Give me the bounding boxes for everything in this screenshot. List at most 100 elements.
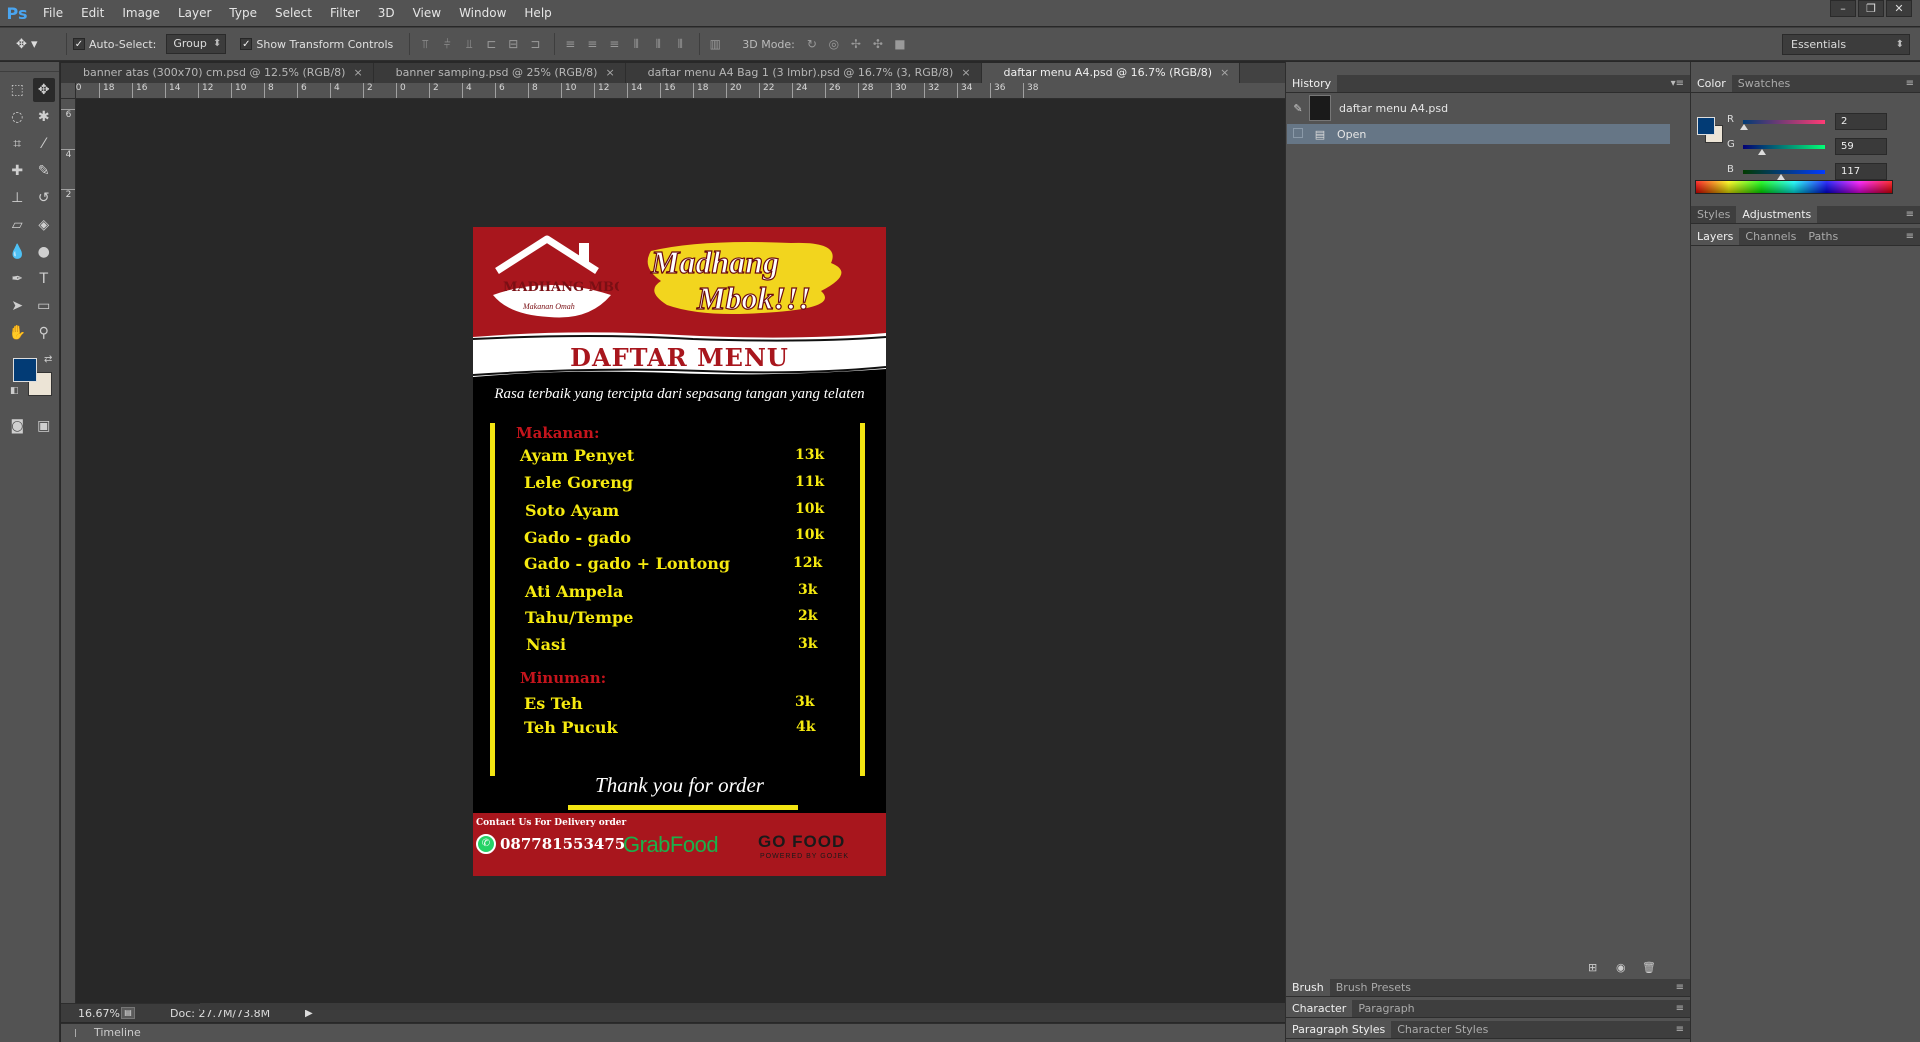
color-spectrum[interactable]: [1695, 180, 1893, 194]
transform-controls-checkbox[interactable]: ✓: [240, 38, 253, 50]
green-slider[interactable]: G 59: [1727, 138, 1913, 156]
move-tool-icon[interactable]: ✥: [32, 78, 55, 102]
pen-tool-icon[interactable]: ✒: [6, 267, 29, 291]
workspace-dropdown[interactable]: Essentials: [1782, 34, 1910, 55]
auto-select-dropdown[interactable]: Group: [166, 34, 227, 54]
document-canvas[interactable]: MADHANG MBOK!!! Makanan Omah Madhang Mbo…: [473, 227, 886, 876]
tab-swatches[interactable]: Swatches: [1732, 75, 1797, 92]
distribute-top-icon[interactable]: ≡: [561, 34, 579, 54]
tab-character[interactable]: Character: [1286, 1000, 1353, 1017]
tab-daftar-menu-bag1[interactable]: daftar menu A4 Bag 1 (3 lmbr).psd @ 16.7…: [625, 63, 982, 83]
panel-menu-icon[interactable]: ≡: [1906, 75, 1914, 93]
close-tab-icon[interactable]: ×: [961, 66, 970, 79]
menu-image[interactable]: Image: [113, 0, 169, 26]
zoom-level[interactable]: 16.67%: [61, 1007, 121, 1020]
horizontal-ruler[interactable]: 2018161412108642024681012141618202224262…: [76, 83, 1285, 99]
align-left-icon[interactable]: ⊏: [482, 34, 500, 54]
panel-menu-icon[interactable]: ≡: [1676, 979, 1684, 997]
tab-color[interactable]: Color: [1691, 75, 1732, 92]
crop-tool-icon[interactable]: ⌗: [6, 132, 29, 156]
panel-menu-icon[interactable]: ≡: [1676, 1021, 1684, 1039]
close-button[interactable]: ✕: [1886, 0, 1912, 17]
menu-edit[interactable]: Edit: [72, 0, 113, 26]
horizontal-scrollbar[interactable]: [200, 1003, 1285, 1010]
menu-type[interactable]: Type: [220, 0, 266, 26]
menu-3d[interactable]: 3D: [369, 0, 404, 26]
ruler-origin[interactable]: [61, 83, 76, 99]
menu-file[interactable]: File: [34, 0, 72, 26]
distribute-bottom-icon[interactable]: ≡: [605, 34, 623, 54]
hand-tool-icon[interactable]: ✋: [6, 321, 29, 345]
menu-select[interactable]: Select: [266, 0, 321, 26]
3d-roll-icon[interactable]: ◎: [825, 34, 843, 54]
clone-stamp-tool-icon[interactable]: ⊥: [6, 186, 29, 210]
align-right-icon[interactable]: ⊐: [526, 34, 544, 54]
red-slider[interactable]: R 2: [1727, 113, 1913, 131]
close-tab-icon[interactable]: ×: [353, 66, 362, 79]
menu-filter[interactable]: Filter: [321, 0, 369, 26]
foreground-color-swatch[interactable]: [13, 358, 37, 382]
red-value[interactable]: 2: [1835, 113, 1887, 130]
distribute-left-icon[interactable]: ⦀: [627, 34, 645, 54]
align-vcenter-icon[interactable]: ⫩: [438, 34, 456, 54]
menu-help[interactable]: Help: [515, 0, 560, 26]
close-tab-icon[interactable]: ×: [605, 66, 614, 79]
tab-paragraph-styles[interactable]: Paragraph Styles: [1286, 1021, 1392, 1038]
blue-slider[interactable]: B 117: [1727, 163, 1913, 181]
menu-layer[interactable]: Layer: [169, 0, 220, 26]
paint-bucket-tool-icon[interactable]: ◈: [33, 213, 56, 237]
red-track[interactable]: [1743, 120, 1825, 124]
swap-colors-icon[interactable]: ⇄: [44, 354, 52, 365]
quick-mask-icon[interactable]: ◙: [6, 414, 29, 438]
align-hcenter-icon[interactable]: ⊟: [504, 34, 522, 54]
history-source-checkbox[interactable]: [1287, 127, 1309, 141]
magic-wand-tool-icon[interactable]: ✱: [33, 105, 56, 129]
green-thumb[interactable]: [1757, 149, 1766, 155]
panel-menu-icon[interactable]: ≡: [1906, 228, 1914, 246]
panel-grip[interactable]: [0, 62, 59, 72]
green-value[interactable]: 59: [1835, 138, 1887, 155]
vertical-ruler[interactable]: 6 4 2: [61, 99, 76, 1003]
tab-brush-presets[interactable]: Brush Presets: [1330, 979, 1417, 996]
status-info-icon[interactable]: ▤: [121, 1007, 135, 1019]
3d-pan-icon[interactable]: ✢: [847, 34, 865, 54]
healing-brush-tool-icon[interactable]: ✚: [6, 159, 29, 183]
eyedropper-tool-icon[interactable]: ⁄: [33, 132, 56, 156]
tab-layers[interactable]: Layers: [1691, 228, 1740, 245]
tab-paragraph[interactable]: Paragraph: [1352, 1000, 1420, 1017]
panel-menu-icon[interactable]: ≡: [1676, 1000, 1684, 1018]
minimize-button[interactable]: –: [1830, 0, 1856, 17]
history-brush-tool-icon[interactable]: ↺: [33, 186, 56, 210]
tab-banner-samping[interactable]: banner samping.psd @ 25% (RGB/8) ×: [373, 63, 626, 83]
3d-scale-icon[interactable]: ■: [891, 34, 909, 54]
menu-view[interactable]: View: [404, 0, 450, 26]
3d-slide-icon[interactable]: ✣: [869, 34, 887, 54]
tab-adjustments[interactable]: Adjustments: [1736, 206, 1818, 223]
history-brush-source-icon[interactable]: ✎: [1287, 102, 1309, 115]
marquee-tool-icon[interactable]: ⬚: [6, 78, 29, 102]
red-thumb[interactable]: [1739, 124, 1748, 130]
lasso-tool-icon[interactable]: ◌: [6, 105, 29, 129]
align-top-icon[interactable]: ⫪: [416, 34, 434, 54]
move-tool-preset-icon[interactable]: ✥ ▾: [16, 32, 60, 56]
type-tool-icon[interactable]: T: [33, 267, 56, 291]
tab-daftar-menu-a4[interactable]: daftar menu A4.psd @ 16.7% (RGB/8) ×: [981, 63, 1241, 83]
blue-value[interactable]: 117: [1835, 163, 1887, 180]
green-track[interactable]: [1743, 145, 1825, 149]
distribute-right-icon[interactable]: ⦀: [671, 34, 689, 54]
dodge-tool-icon[interactable]: ●: [33, 240, 56, 264]
restore-button[interactable]: ❐: [1858, 0, 1884, 17]
tab-paths[interactable]: Paths: [1802, 228, 1844, 245]
auto-select-checkbox[interactable]: ✓: [73, 38, 85, 50]
tab-history[interactable]: History: [1286, 75, 1338, 92]
tab-brush[interactable]: Brush: [1286, 979, 1330, 996]
tab-channels[interactable]: Channels: [1739, 228, 1802, 245]
menu-window[interactable]: Window: [450, 0, 515, 26]
tab-character-styles[interactable]: Character Styles: [1391, 1021, 1494, 1038]
rectangle-tool-icon[interactable]: ▭: [33, 294, 56, 318]
timeline-panel-tab[interactable]: Timeline: [61, 1023, 1285, 1042]
new-snapshot-icon[interactable]: ◉: [1616, 961, 1626, 974]
blur-tool-icon[interactable]: 💧: [6, 240, 29, 264]
path-selection-tool-icon[interactable]: ➤: [6, 294, 29, 318]
history-snapshot[interactable]: ✎ daftar menu A4.psd: [1287, 95, 1670, 121]
